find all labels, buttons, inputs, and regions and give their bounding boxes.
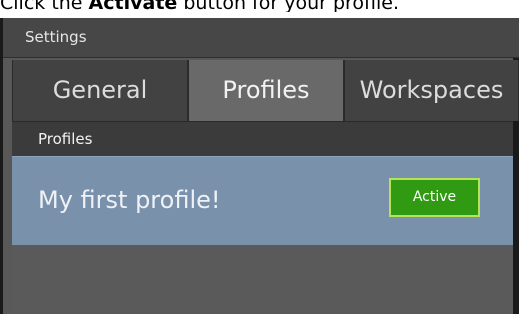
profiles-section-header: Profiles [12,121,513,156]
section-title: Profiles [38,130,93,148]
profile-list-empty-area [12,246,513,314]
activate-button[interactable]: Active [389,178,480,217]
panel-left-border [0,18,3,314]
profile-name: My first profile! [38,186,221,214]
instruction-text: Click the Activate button for your profi… [0,0,519,12]
tab-profiles[interactable]: Profiles [188,60,344,121]
tab-bar: General Profiles Workspaces [12,60,519,121]
settings-title: Settings [25,28,87,46]
tab-workspaces[interactable]: Workspaces [344,60,519,121]
profile-row[interactable]: My first profile! Active [12,156,513,246]
instruction-prefix: Click the [0,0,89,12]
instruction-suffix: button for your profile. [177,0,400,12]
settings-header: Settings [3,18,519,58]
tab-general[interactable]: General [12,60,188,121]
instruction-bold: Activate [88,0,178,12]
